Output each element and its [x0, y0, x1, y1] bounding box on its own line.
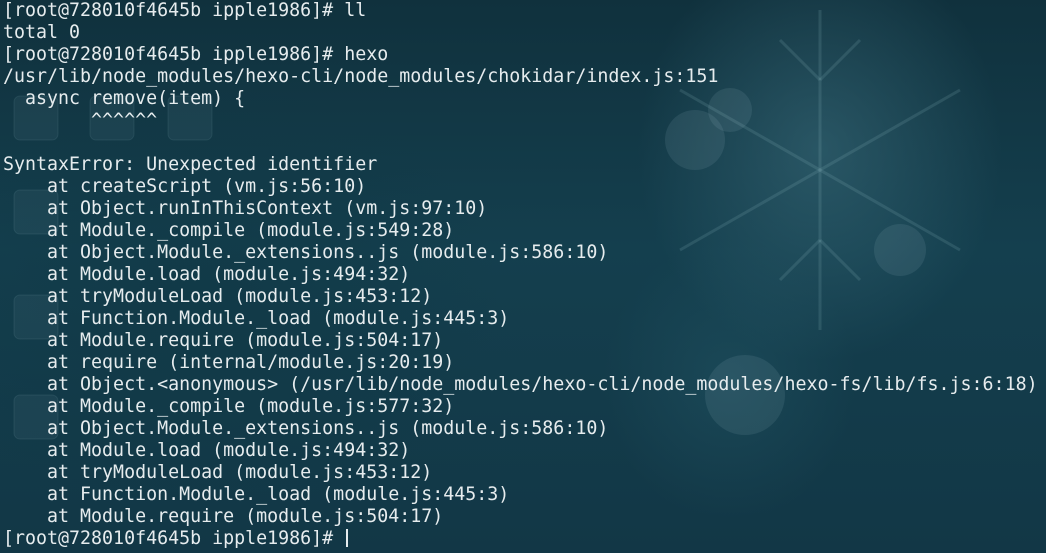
- terminal-line: at createScript (vm.js:56:10): [3, 176, 367, 197]
- terminal-line: at Module.load (module.js:494:32): [3, 440, 411, 461]
- terminal-line: at tryModuleLoad (module.js:453:12): [3, 462, 433, 483]
- terminal-line: at Module._compile (module.js:577:32): [3, 396, 455, 417]
- terminal-line: total 0: [3, 22, 81, 43]
- terminal-line: SyntaxError: Unexpected identifier: [3, 154, 378, 175]
- terminal-line: at Object.<anonymous> (/usr/lib/node_mod…: [3, 374, 1038, 395]
- terminal-line: /usr/lib/node_modules/hexo-cli/node_modu…: [3, 66, 719, 87]
- terminal-line: at tryModuleLoad (module.js:453:12): [3, 286, 433, 307]
- terminal-line: at Module.require (module.js:504:17): [3, 330, 444, 351]
- terminal-line: at Object.Module._extensions..js (module…: [3, 418, 609, 439]
- terminal-line: at Function.Module._load (module.js:445:…: [3, 308, 510, 329]
- terminal-line: at Object.Module._extensions..js (module…: [3, 242, 609, 263]
- terminal-line: ^^^^^^: [3, 110, 158, 131]
- terminal-line: at Object.runInThisContext (vm.js:97:10): [3, 198, 488, 219]
- terminal-line: at require (internal/module.js:20:19): [3, 352, 455, 373]
- terminal-line: [root@728010f4645b ipple1986]# ll: [3, 0, 367, 21]
- terminal-window[interactable]: [root@728010f4645b ipple1986]# ll total 0…: [0, 0, 1046, 553]
- terminal-line: [root@728010f4645b ipple1986]# hexo: [3, 44, 389, 65]
- terminal-prompt: [root@728010f4645b ipple1986]#: [3, 528, 345, 549]
- terminal-line: at Module.require (module.js:504:17): [3, 506, 444, 527]
- terminal-output: [root@728010f4645b ipple1986]# ll total 0…: [3, 0, 1038, 550]
- terminal-prompt-line[interactable]: [root@728010f4645b ipple1986]#: [3, 528, 1038, 550]
- terminal-line: at Module._compile (module.js:549:28): [3, 220, 455, 241]
- terminal-line: at Function.Module._load (module.js:445:…: [3, 484, 510, 505]
- terminal-line: at Module.load (module.js:494:32): [3, 264, 411, 285]
- terminal-line: async remove(item) {: [3, 88, 246, 109]
- text-cursor: [346, 529, 349, 547]
